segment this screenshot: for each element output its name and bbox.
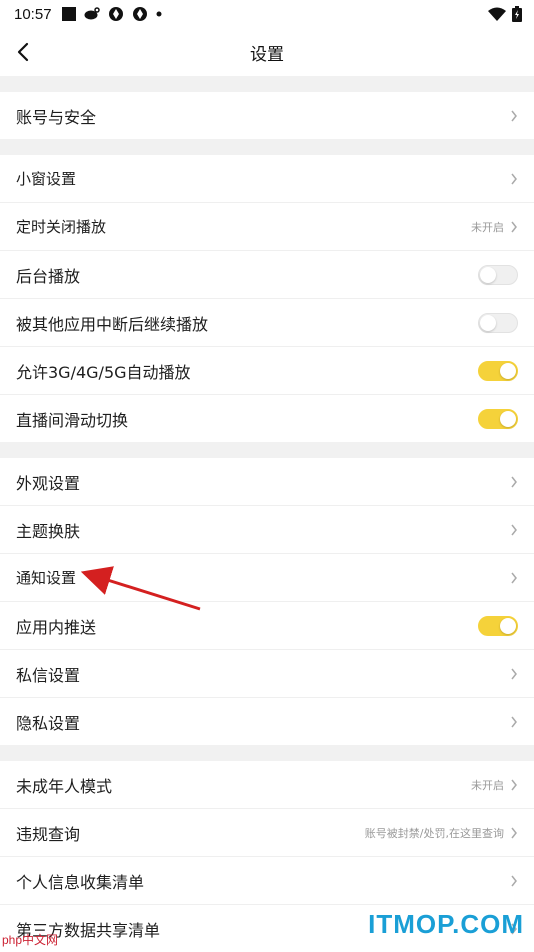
settings-row[interactable]: 违规查询 账号被封禁/处罚,在这里查询 <box>0 809 534 857</box>
chevron-right-icon <box>511 476 517 487</box>
battery-icon <box>512 6 522 22</box>
chevron-right-icon <box>511 221 517 232</box>
settings-row-label: 被其他应用中断后继续播放 <box>16 314 209 334</box>
settings-row-label: 个人信息收集清单 <box>16 872 145 892</box>
settings-row-label: 定时关闭播放 <box>16 218 107 236</box>
settings-row-label: 应用内推送 <box>16 617 97 637</box>
settings-row[interactable]: 私信设置 <box>0 650 534 698</box>
page-title: 设置 <box>250 44 284 65</box>
chevron-right-icon <box>511 875 517 886</box>
settings-row[interactable]: 账号与安全 <box>0 92 534 139</box>
settings-row[interactable]: 外观设置 <box>0 458 534 506</box>
settings-row-label: 外观设置 <box>16 473 81 493</box>
chevron-right-icon <box>511 110 517 121</box>
settings-row[interactable]: 个人信息收集清单 <box>0 857 534 905</box>
wifi-icon <box>488 7 506 21</box>
settings-row-hint: 账号被封禁/处罚,在这里查询 <box>364 826 504 840</box>
settings-row[interactable]: 小窗设置 <box>0 155 534 203</box>
toggle-switch[interactable] <box>478 360 518 381</box>
settings-row-hint: 未开启 <box>471 778 504 792</box>
settings-row[interactable]: 定时关闭播放 未开启 <box>0 203 534 251</box>
settings-row[interactable]: 主题换肤 <box>0 506 534 554</box>
settings-row[interactable]: 通知设置 <box>0 554 534 602</box>
settings-row[interactable]: 被其他应用中断后继续播放 <box>0 299 534 347</box>
settings-row-hint: 未开启 <box>471 220 504 234</box>
corner-watermark: php中文网 <box>2 933 59 947</box>
settings-row-label: 违规查询 <box>16 824 81 844</box>
chevron-right-icon <box>511 716 517 727</box>
chevron-right-icon <box>511 668 517 679</box>
settings-row[interactable]: 未成年人模式 未开启 <box>0 761 534 809</box>
toggle-knob <box>480 314 496 331</box>
settings-list: 账号与安全 小窗设置 定时关闭播放 未开启 后台播放 被其他应用中断后继续播放 允许3G/4… <box>0 76 534 952</box>
dot-icon <box>156 11 162 17</box>
section-gap <box>0 139 534 155</box>
toggle-switch[interactable] <box>478 615 518 636</box>
settings-row-label: 后台播放 <box>16 266 81 286</box>
app-icon <box>132 7 147 21</box>
settings-group: 外观设置主题换肤通知设置应用内推送私信设置隐私设置 <box>0 458 534 745</box>
settings-group: 小窗设置定时关闭播放 未开启后台播放被其他应用中断后继续播放 允许3G/4G/5G自… <box>0 155 534 442</box>
settings-row[interactable]: 允许3G/4G/5G自动播放 <box>0 347 534 395</box>
chevron-right-icon <box>511 572 517 583</box>
toggle-switch[interactable] <box>478 312 518 333</box>
settings-row-label: 允许3G/4G/5G自动播放 <box>16 362 191 382</box>
settings-group: 账号与安全 <box>0 92 534 139</box>
section-gap <box>0 76 534 92</box>
status-time: 10:57 <box>14 5 52 23</box>
settings-row[interactable]: 直播间滑动切换 <box>0 395 534 442</box>
chevron-right-icon <box>511 524 517 535</box>
settings-row[interactable]: 隐私设置 <box>0 698 534 745</box>
toggle-switch[interactable] <box>478 408 518 429</box>
settings-row-label: 隐私设置 <box>16 713 81 733</box>
settings-row-label: 账号与安全 <box>16 107 97 127</box>
settings-row-label: 通知设置 <box>16 569 77 587</box>
settings-row-label: 主题换肤 <box>16 521 81 541</box>
chevron-right-icon <box>511 779 517 790</box>
watermark-logo: ITMOP.COM <box>368 909 524 939</box>
app-icon <box>108 7 123 21</box>
section-gap <box>0 442 534 458</box>
notification-square-icon <box>61 7 76 21</box>
toggle-knob <box>500 617 516 634</box>
weibo-icon <box>84 7 100 20</box>
settings-row-label: 未成年人模式 <box>16 776 113 796</box>
settings-row[interactable]: 后台播放 <box>0 251 534 299</box>
toggle-knob <box>500 410 516 427</box>
settings-row-label: 直播间滑动切换 <box>16 410 129 430</box>
chevron-right-icon <box>511 827 517 838</box>
settings-row-label: 小窗设置 <box>16 170 77 188</box>
nav-header: 设置 <box>0 28 534 76</box>
settings-row-label: 私信设置 <box>16 665 81 685</box>
section-gap <box>0 745 534 761</box>
status-bar: 10:57 <box>0 0 534 28</box>
toggle-knob <box>500 362 516 379</box>
toggle-knob <box>480 266 496 283</box>
settings-row[interactable]: 应用内推送 <box>0 602 534 650</box>
chevron-left-icon[interactable] <box>10 38 38 66</box>
chevron-right-icon <box>511 173 517 184</box>
toggle-switch[interactable] <box>478 264 518 285</box>
